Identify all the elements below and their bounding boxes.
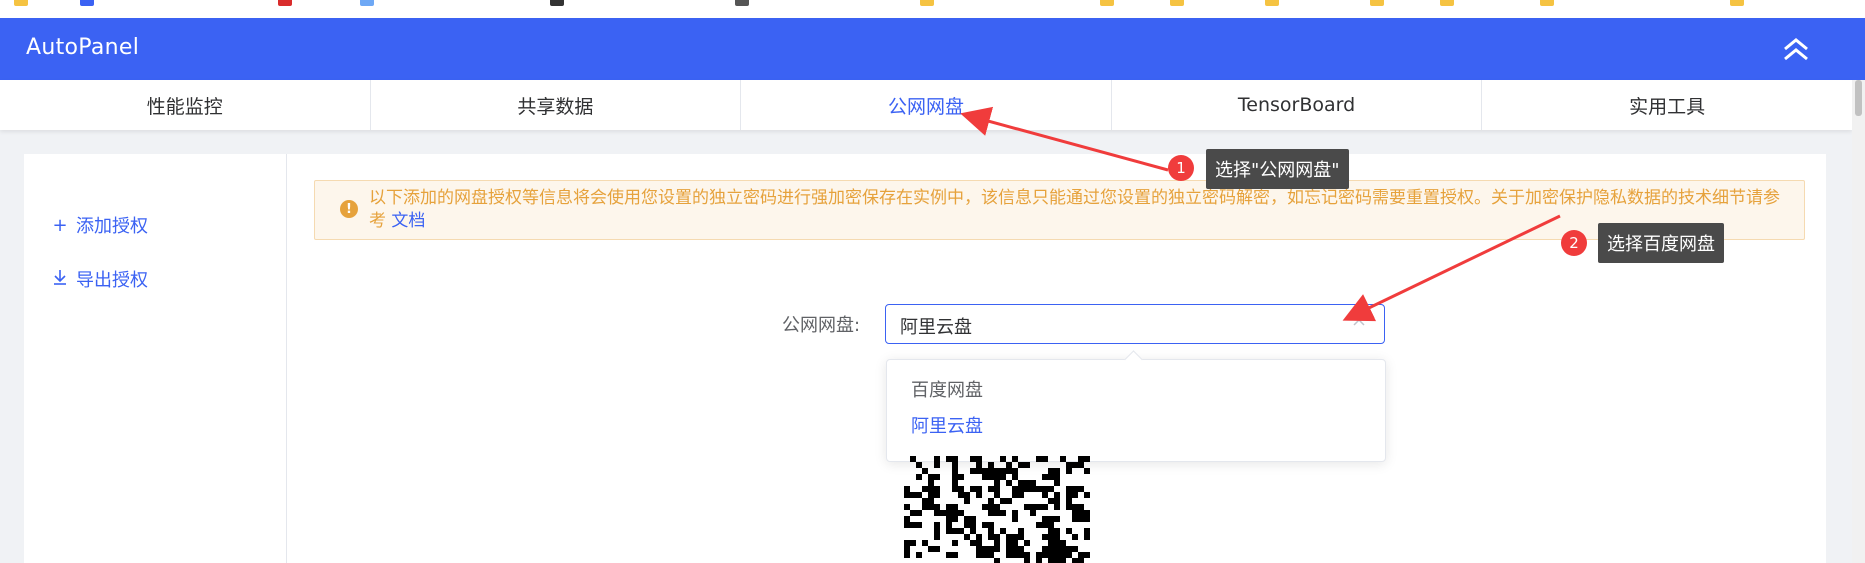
bookmark-item[interactable] [278, 0, 292, 6]
cloud-drive-select[interactable]: 阿里云盘 [885, 304, 1385, 344]
bookmark-item[interactable] [14, 0, 28, 6]
browser-bookmarks-bar [0, 0, 1865, 19]
tab-public-cloud-drive[interactable]: 公网网盘 [741, 80, 1112, 130]
plus-icon: + [52, 214, 68, 236]
warning-icon: ! [340, 200, 358, 218]
qr-code [904, 456, 1090, 563]
download-icon [52, 269, 68, 290]
bookmark-item[interactable] [1170, 0, 1184, 6]
page-scrollbar[interactable] [1852, 80, 1865, 563]
cloud-drive-dropdown: 百度网盘 阿里云盘 [886, 359, 1386, 462]
app-header: AutoPanel [0, 18, 1865, 80]
sidebar-item-label: 导出授权 [76, 270, 148, 291]
chevron-up-icon [1352, 314, 1366, 333]
sidebar: + 添加授权 导出授权 [24, 154, 287, 563]
notice-body: 以下添加的网盘授权等信息将会使用您设置的独立密码进行强加密保存在实例中，该信息只… [369, 188, 1780, 231]
encryption-notice: ! 以下添加的网盘授权等信息将会使用您设置的独立密码进行强加密保存在实例中，该信… [314, 180, 1805, 240]
bookmark-item[interactable] [920, 0, 934, 6]
tab-performance-monitor[interactable]: 性能监控 [0, 80, 371, 130]
tab-tensorboard[interactable]: TensorBoard [1112, 80, 1483, 130]
annotation-tip-1: 选择"公网网盘" [1206, 149, 1349, 189]
option-baidu-drive[interactable]: 百度网盘 [911, 376, 983, 402]
add-authorization-button[interactable]: + 添加授权 [52, 212, 148, 238]
export-authorization-button[interactable]: 导出授权 [52, 266, 148, 292]
annotation-badge-1: 1 [1168, 155, 1194, 181]
collapse-icon[interactable] [1779, 32, 1813, 66]
bookmark-item[interactable] [1265, 0, 1279, 6]
bookmark-item[interactable] [1370, 0, 1384, 6]
bookmark-item[interactable] [735, 0, 749, 6]
content-panel: + 添加授权 导出授权 ! 以下添加的网盘授权等信息将会使用您设置的独立密码进行… [24, 154, 1826, 563]
cloud-drive-label: 公网网盘: [782, 315, 861, 336]
annotation-badge-2: 2 [1561, 230, 1587, 256]
bookmark-item[interactable] [1730, 0, 1744, 6]
tab-bar: 性能监控 共享数据 公网网盘 TensorBoard 实用工具 [0, 80, 1852, 130]
select-value: 阿里云盘 [900, 317, 972, 338]
bookmark-item[interactable] [1540, 0, 1554, 6]
bookmark-item[interactable] [550, 0, 564, 6]
bookmark-item[interactable] [360, 0, 374, 6]
app-title: AutoPanel [26, 35, 140, 60]
option-aliyun-drive[interactable]: 阿里云盘 [911, 412, 983, 438]
docs-link[interactable]: 文档 [391, 211, 425, 231]
annotation-tip-2: 选择百度网盘 [1598, 223, 1724, 263]
tab-shared-data[interactable]: 共享数据 [371, 80, 742, 130]
tab-utilities[interactable]: 实用工具 [1482, 80, 1852, 130]
scrollbar-thumb[interactable] [1855, 80, 1862, 116]
bookmark-item[interactable] [1100, 0, 1114, 6]
bookmark-item[interactable] [80, 0, 94, 6]
bookmark-item[interactable] [1440, 0, 1454, 6]
sidebar-item-label: 添加授权 [76, 216, 148, 237]
notice-text: 以下添加的网盘授权等信息将会使用您设置的独立密码进行强加密保存在实例中，该信息只… [369, 187, 1789, 233]
